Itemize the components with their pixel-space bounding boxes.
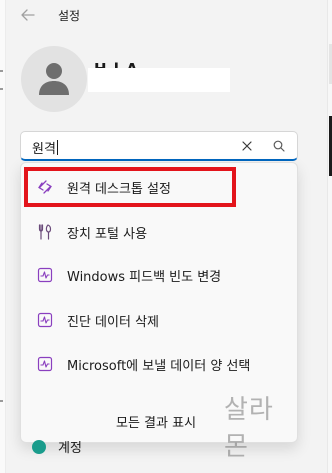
nav-item-account[interactable]: 계정 [32, 437, 82, 456]
settings-search-box[interactable]: 원격 [20, 131, 298, 161]
activity-chart-icon [36, 355, 54, 373]
activity-chart-icon [36, 266, 54, 284]
search-result-item[interactable]: 진단 데이터 삭제 [25, 300, 293, 340]
search-result-label: Microsoft에 보낼 데이터 양 선택 [67, 358, 251, 374]
search-result-item[interactable]: 장치 포털 사용 [25, 212, 293, 252]
back-button[interactable] [16, 3, 40, 27]
edge-mark [0, 88, 3, 90]
activity-chart-icon [36, 311, 54, 329]
close-icon [242, 141, 252, 151]
avatar[interactable] [21, 46, 87, 112]
edge-mark [0, 70, 3, 72]
left-edge-strip [0, 0, 6, 473]
person-icon [39, 63, 69, 95]
search-results-dropdown: 원격 데스크톱 설정 장치 포털 사용 Windows 피드백 빈도 변경 진단… [20, 162, 298, 462]
search-result-label: 장치 포털 사용 [67, 226, 148, 242]
text-caret [56, 140, 58, 155]
red-highlight-annotation [24, 167, 236, 207]
watermark: 살라몬 [224, 395, 274, 462]
title-bar: 설정 [10, 2, 80, 28]
search-button[interactable] [271, 138, 287, 154]
search-result-item[interactable]: Microsoft에 보낼 데이터 양 선택 [25, 344, 293, 384]
tools-icon [36, 223, 54, 241]
app-title: 설정 [58, 8, 81, 23]
search-result-label: 진단 데이터 삭제 [67, 314, 159, 330]
arrow-left-icon [21, 9, 35, 21]
account-icon [32, 439, 46, 454]
nav-item-label: 계정 [58, 441, 82, 456]
search-icon [273, 140, 285, 152]
search-result-label: Windows 피드백 빈도 변경 [67, 269, 222, 285]
show-all-results-link[interactable]: 모든 결과 표시 [116, 412, 196, 431]
search-input-value: 원격 [32, 142, 56, 157]
clear-search-button[interactable] [239, 138, 255, 154]
search-input[interactable]: 원격 [32, 138, 58, 157]
edge-mark [0, 400, 3, 402]
search-result-item[interactable]: Windows 피드백 빈도 변경 [25, 255, 293, 295]
settings-window: 설정 H l A 원격 [0, 0, 332, 473]
redacted-area [88, 68, 230, 92]
